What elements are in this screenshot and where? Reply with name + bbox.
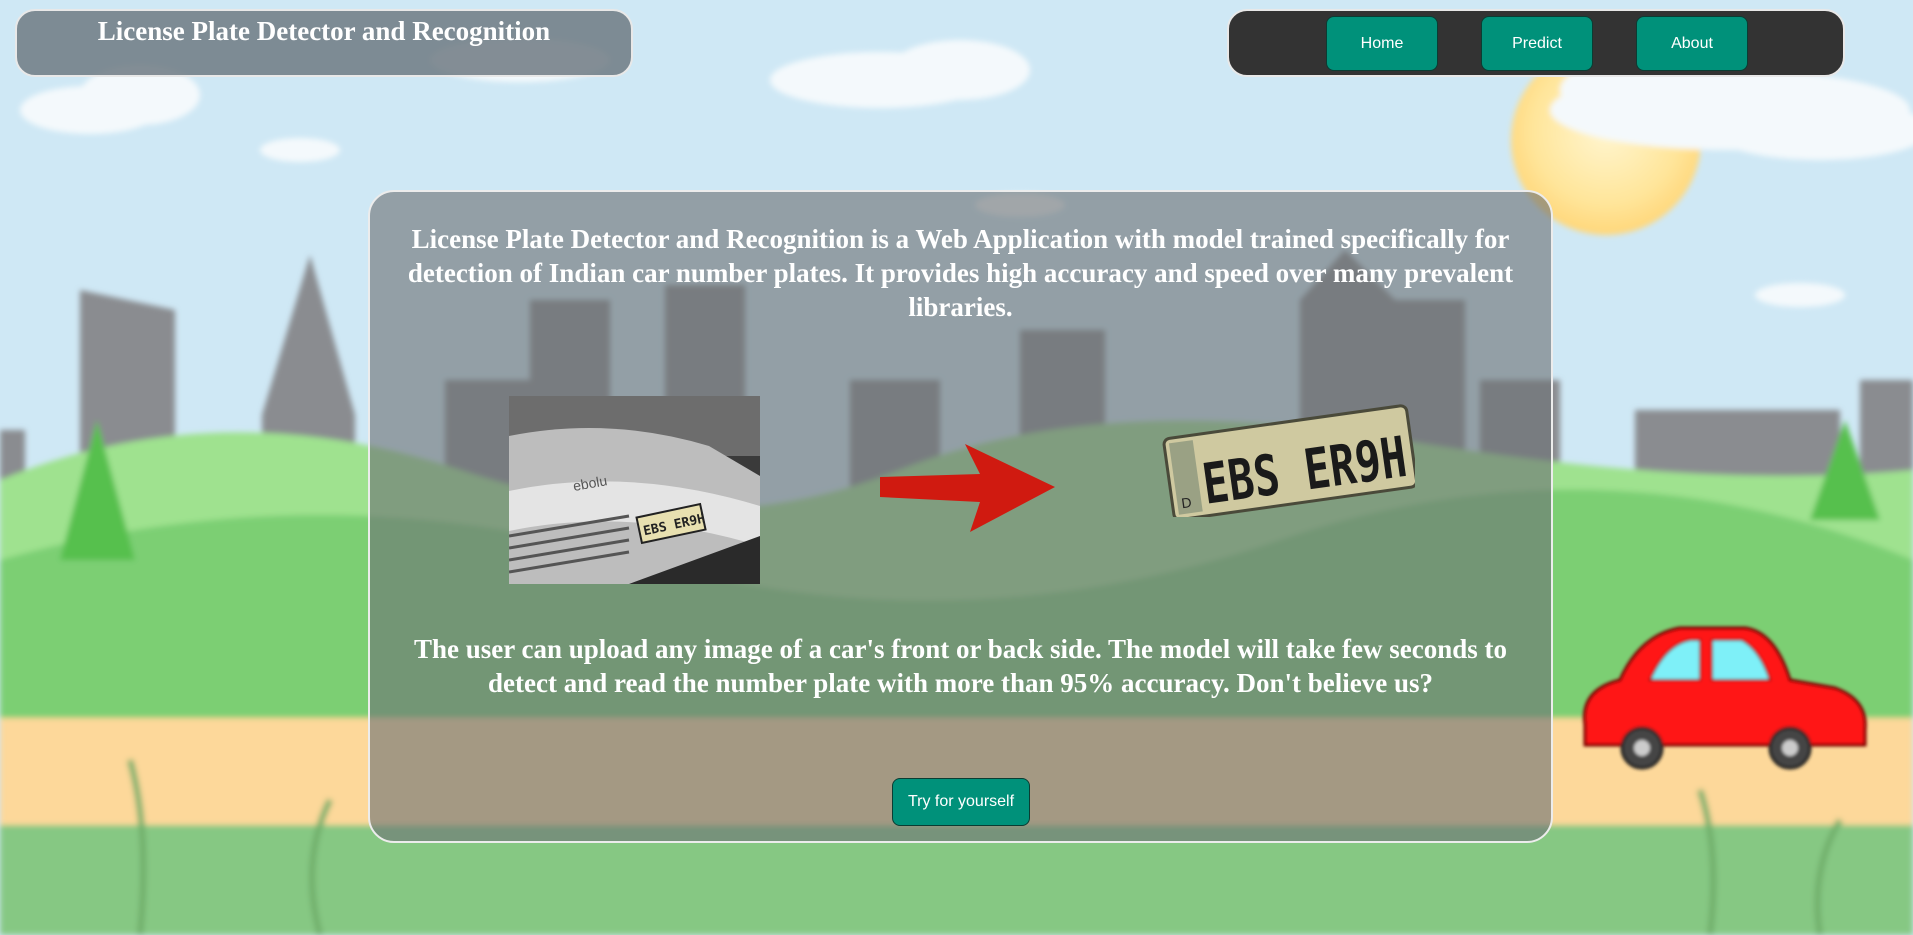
app-title: License Plate Detector and Recognition [97, 16, 551, 46]
try-for-yourself-button[interactable]: Try for yourself [892, 778, 1030, 826]
nav-bar: Home Predict About [1227, 9, 1845, 77]
sample-car-image: ebolu EBS ER9H [509, 396, 760, 584]
nav-predict-button[interactable]: Predict [1481, 16, 1593, 71]
nav-home-button[interactable]: Home [1326, 16, 1438, 71]
nav-about-button[interactable]: About [1636, 16, 1748, 71]
app-header: License Plate Detector and Recognition [15, 9, 633, 77]
description-text: The user can upload any image of a car's… [413, 634, 1508, 698]
intro-text: License Plate Detector and Recognition i… [407, 224, 1514, 322]
cropped-plate-image: D EBS ER9H [1162, 404, 1415, 517]
arrow-right-icon [880, 444, 1055, 532]
info-card: License Plate Detector and Recognition i… [368, 190, 1553, 843]
